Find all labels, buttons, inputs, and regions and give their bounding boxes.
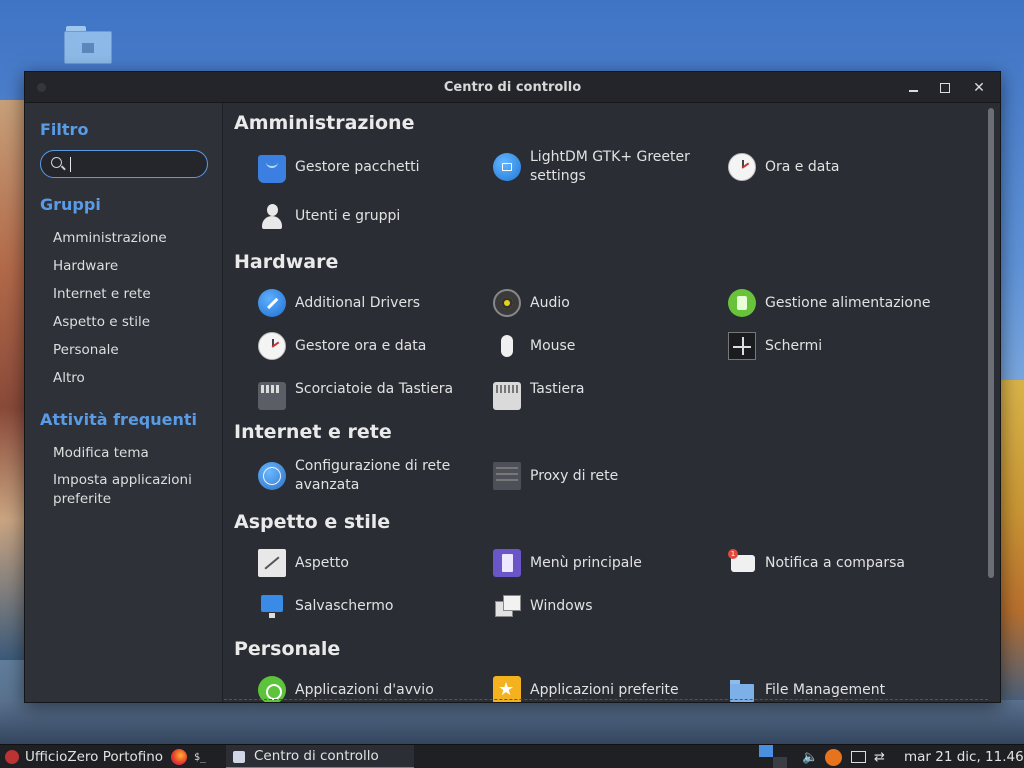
sidebar-group-aspetto[interactable]: Aspetto e stile: [53, 313, 213, 332]
item-audio[interactable]: Audio: [493, 285, 720, 321]
frequent-item-theme[interactable]: Modifica tema: [53, 444, 213, 463]
filter-heading: Filtro: [40, 120, 89, 139]
item-gestore-ora-e-data[interactable]: Gestore ora e data: [258, 328, 485, 364]
desktop-wallpaper-right: [1000, 380, 1024, 710]
category-title: Hardware: [234, 251, 339, 273]
item-ora-e-data[interactable]: Ora e data: [728, 149, 955, 185]
item-file-management[interactable]: File Management: [728, 672, 955, 702]
search-input[interactable]: [69, 154, 199, 174]
control-center-window: Centro di controllo ✕ Filtro Gruppi Ammi…: [24, 71, 1001, 703]
search-icon: [51, 157, 62, 168]
groups-heading: Gruppi: [40, 195, 101, 214]
windows-icon: [493, 592, 521, 620]
item-proxy-di-rete[interactable]: Proxy di rete: [493, 458, 720, 494]
item-lightdm-greeter[interactable]: LightDM GTK+ Greeter settings: [493, 149, 720, 185]
frequent-heading: Attività frequenti: [40, 410, 198, 429]
globe-icon: [258, 462, 286, 490]
scroll-edge-indicator: [224, 699, 988, 700]
item-notifica-a-comparsa[interactable]: Notifica a comparsa: [728, 545, 955, 581]
user-icon: [258, 202, 286, 230]
speaker-icon: [493, 289, 521, 317]
text-caret: [70, 157, 71, 172]
display-icon: [728, 332, 756, 360]
item-applicazioni-preferite[interactable]: Applicazioni preferite: [493, 672, 720, 702]
frequent-item-preferred-apps[interactable]: Imposta applicazioni preferite: [53, 471, 213, 509]
drivers-icon: [258, 289, 286, 317]
appearance-icon: [258, 549, 286, 577]
maximize-button[interactable]: [935, 78, 955, 98]
package-icon: [258, 155, 286, 183]
titlebar[interactable]: Centro di controllo ✕: [25, 72, 1000, 103]
keyboard-icon: [493, 382, 521, 410]
control-center-icon: [233, 751, 245, 763]
notification-icon: [728, 549, 756, 577]
mouse-icon: [493, 332, 521, 360]
item-additional-drivers[interactable]: Additional Drivers: [258, 285, 485, 321]
content-area: Amministrazione Gestore pacchetti LightD…: [224, 103, 988, 702]
greeter-icon: [493, 153, 521, 181]
item-menu-principale[interactable]: Menù principale: [493, 545, 720, 581]
item-scorciatoie-tastiera[interactable]: Scorciatoie da Tastiera: [258, 371, 485, 410]
menu-icon: [493, 549, 521, 577]
desktop-wallpaper-sea: [0, 700, 1024, 744]
category-title: Amministrazione: [234, 112, 415, 134]
item-applicazioni-avvio[interactable]: Applicazioni d'avvio: [258, 672, 485, 702]
desktop-wallpaper-left: [0, 100, 26, 660]
network-icon[interactable]: ⇄: [874, 745, 885, 768]
window-title: Centro di controllo: [443, 80, 582, 95]
item-windows[interactable]: Windows: [493, 588, 720, 624]
taskbar-window-label: Centro di controllo: [254, 748, 379, 764]
item-salvaschermo[interactable]: Salvaschermo: [258, 588, 485, 624]
sidebar-group-personale[interactable]: Personale: [53, 341, 213, 360]
sidebar-group-amministrazione[interactable]: Amministrazione: [53, 229, 213, 248]
taskbar: UfficioZero Portofino $_ Centro di contr…: [0, 744, 1024, 768]
item-schermi[interactable]: Schermi: [728, 328, 955, 364]
sidebar-group-hardware[interactable]: Hardware: [53, 257, 213, 276]
item-mouse[interactable]: Mouse: [493, 328, 720, 364]
sidebar: Filtro Gruppi Amministrazione Hardware I…: [25, 103, 223, 702]
desktop-home-folder-icon[interactable]: [64, 26, 112, 64]
clock-icon: [728, 153, 756, 181]
clock-icon: [258, 332, 286, 360]
category-title: Personale: [234, 638, 341, 660]
proxy-icon: [493, 462, 521, 490]
image-viewer-icon[interactable]: [851, 751, 866, 763]
workspace-2[interactable]: [773, 757, 787, 768]
clock[interactable]: mar 21 dic, 11.46: [904, 745, 1024, 768]
vertical-scrollbar[interactable]: [988, 108, 994, 578]
app-menu-icon[interactable]: [5, 750, 19, 764]
battery-icon: [728, 289, 756, 317]
volume-icon[interactable]: 🔈: [802, 745, 818, 768]
screensaver-icon: [258, 592, 286, 620]
item-tastiera[interactable]: Tastiera: [493, 371, 720, 410]
sidebar-group-internet[interactable]: Internet e rete: [53, 285, 213, 304]
item-aspetto[interactable]: Aspetto: [258, 545, 485, 581]
close-button[interactable]: ✕: [969, 78, 989, 98]
item-gestione-alimentazione[interactable]: Gestione alimentazione: [728, 285, 955, 321]
taskbar-window-button[interactable]: Centro di controllo: [226, 745, 414, 768]
firefox-icon[interactable]: [171, 749, 187, 765]
workspace-1[interactable]: [759, 745, 773, 757]
keyboard-shortcuts-icon: [258, 382, 286, 410]
terminal-icon[interactable]: $_: [194, 745, 206, 768]
category-title: Aspetto e stile: [234, 511, 391, 533]
item-utenti-e-gruppi[interactable]: Utenti e gruppi: [258, 198, 485, 234]
sidebar-group-altro[interactable]: Altro: [53, 369, 213, 388]
updates-icon[interactable]: [825, 749, 842, 766]
item-gestore-pacchetti[interactable]: Gestore pacchetti: [258, 149, 485, 185]
minimize-button[interactable]: [903, 78, 923, 98]
item-rete-avanzata[interactable]: Configurazione di rete avanzata: [258, 458, 485, 494]
app-menu-button[interactable]: UfficioZero Portofino: [25, 745, 163, 768]
search-box[interactable]: [40, 150, 208, 178]
category-title: Internet e rete: [234, 421, 392, 443]
